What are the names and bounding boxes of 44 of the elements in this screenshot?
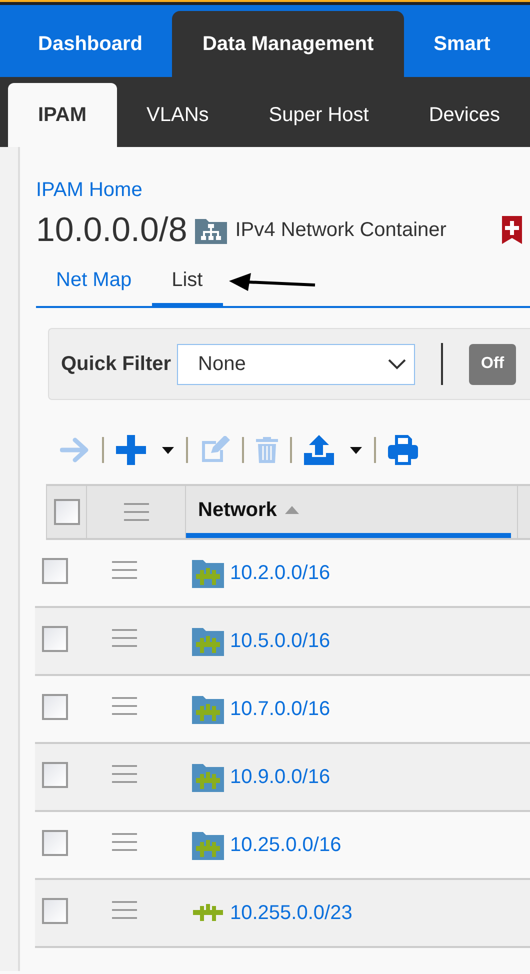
object-type-label: IPv4 Network Container <box>235 218 446 243</box>
checkbox[interactable] <box>42 626 68 652</box>
nav-tab[interactable]: Data Management <box>172 11 404 77</box>
breadcrumb-link[interactable]: IPAM Home <box>36 175 142 205</box>
subnav-tab[interactable]: VLANs <box>116 83 239 147</box>
row-menu-icon[interactable] <box>112 696 137 716</box>
filter-toggle-button[interactable]: Off <box>469 344 516 384</box>
bookmark-add-icon[interactable] <box>502 216 522 244</box>
checkbox[interactable] <box>42 898 68 924</box>
edit-icon <box>200 436 230 464</box>
row-menu-icon[interactable] <box>124 502 148 522</box>
chevron-down-icon <box>388 358 406 370</box>
upload-icon <box>304 435 334 465</box>
network-link[interactable]: 10.9.0.0/16 <box>230 762 330 792</box>
checkbox[interactable] <box>42 830 68 856</box>
open-arrow-icon <box>60 437 90 463</box>
row-menu-icon[interactable] <box>112 832 137 852</box>
add-icon <box>116 435 146 465</box>
network-link[interactable]: 10.5.0.0/16 <box>230 626 330 656</box>
trash-icon <box>256 437 278 463</box>
row-menu-icon[interactable] <box>112 900 137 920</box>
row-menu-icon[interactable] <box>112 628 137 648</box>
filter-select[interactable]: None <box>177 344 416 384</box>
row-menu-icon[interactable] <box>112 560 137 580</box>
subnav-tab[interactable]: Super Host <box>238 83 399 147</box>
nav-tab[interactable]: Smart <box>404 11 520 77</box>
checkbox[interactable] <box>42 762 68 788</box>
filter-label: Quick Filter <box>61 352 172 377</box>
nav-tab[interactable]: Dashboard <box>8 11 172 77</box>
network-link[interactable]: 10.2.0.0/16 <box>230 558 330 588</box>
network-link[interactable]: 10.255.0.0/23 <box>230 898 352 928</box>
checkbox[interactable] <box>42 694 68 720</box>
print-icon <box>388 435 418 465</box>
subnav-tab[interactable]: IPAM <box>8 83 117 147</box>
checkbox[interactable] <box>54 499 80 525</box>
subnav-tab[interactable]: Devices <box>398 83 530 147</box>
network-link[interactable]: 10.25.0.0/16 <box>230 830 342 860</box>
checkbox[interactable] <box>42 558 68 584</box>
container-folder-icon <box>195 216 228 244</box>
view-tab[interactable]: Net Map <box>36 259 152 308</box>
view-tab[interactable]: List <box>152 259 223 308</box>
page-title: 10.0.0.0/8 <box>36 213 188 247</box>
network-link[interactable]: 10.7.0.0/16 <box>230 694 330 724</box>
row-menu-icon[interactable] <box>112 764 137 784</box>
